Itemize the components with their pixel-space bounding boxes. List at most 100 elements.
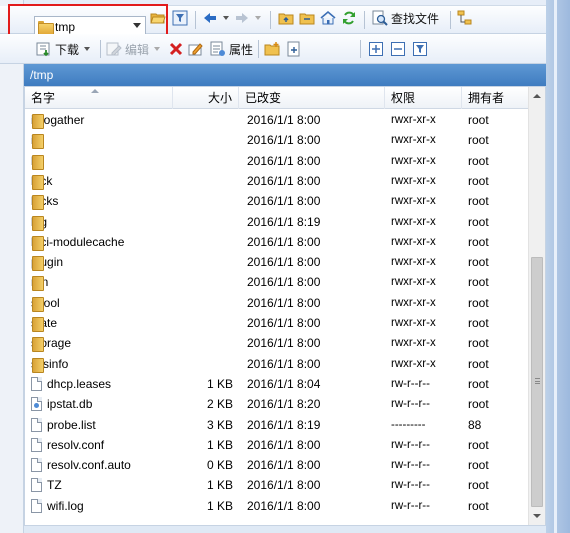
find-file-button[interactable]: 查找文件 [372,8,439,28]
table-row[interactable]: storage 2016/1/1 8:00 rwxr-xr-x root [25,333,525,353]
file-permissions: rwxr-xr-x [391,357,436,370]
file-name-cell: lib [31,151,44,171]
table-row[interactable]: lock 2016/1/1 8:00 rwxr-xr-x root [25,171,525,191]
file-name: resolv.conf [47,437,105,452]
file-modified-date: 2016/1/1 8:00 [247,113,321,127]
current-path-bar: /tmp [24,64,546,86]
minus-box-icon [391,42,405,56]
file-name-cell: run [31,272,48,292]
deselect-button[interactable] [390,39,406,59]
table-row[interactable]: probe.list 3 KB 2016/1/1 8:19 --------- 88 [25,415,525,435]
column-header-modified[interactable]: 已改变 [239,87,385,109]
delete-button[interactable] [168,39,184,59]
file-size: 3 KB [206,417,233,432]
column-header-permissions[interactable]: 权限 [385,87,462,109]
file-modified-date: 2016/1/1 8:04 [247,376,321,391]
table-row[interactable]: plugin 2016/1/1 8:00 rwxr-xr-x root [25,252,525,272]
chevron-down-icon[interactable] [154,47,161,51]
database-file-icon [31,397,42,412]
file-owner: root [468,113,489,127]
new-folder-button[interactable] [264,39,280,59]
table-row[interactable]: spool 2016/1/1 8:00 rwxr-xr-x root [25,293,525,313]
edit-button[interactable]: 编辑 [106,39,161,59]
table-row[interactable]: iot 2016/1/1 8:00 rwxr-xr-x root [25,130,525,150]
file-name: luci-modulecache [31,234,125,249]
find-file-label: 查找文件 [391,11,440,26]
file-name: dhcp.leases [47,376,112,391]
folder-icon [31,133,44,150]
column-header-size[interactable]: 大小 [173,87,239,109]
table-row[interactable]: luci-modulecache 2016/1/1 8:00 rwxr-xr-x ro… [25,232,525,252]
file-modified-date: 2016/1/1 8:00 [247,275,321,290]
forward-button[interactable] [234,8,261,28]
refresh-button[interactable] [341,8,357,28]
table-row[interactable]: locks 2016/1/1 8:00 rwxr-xr-x root [25,191,525,211]
file-permissions: rwxr-xr-x [391,317,436,329]
file-owner: root [468,153,489,168]
toolbar-separator [364,11,365,29]
root-folder-button[interactable] [299,8,315,28]
file-list-header: 名字 大小 已改变 权限 拥有者 [25,87,545,109]
table-row[interactable]: resolv.conf.auto 0 KB 2016/1/1 8:00 rw-r--r… [25,455,525,475]
properties-button[interactable]: 属性 [210,39,253,59]
open-folder-icon [150,13,166,24]
filter-select-button[interactable] [412,39,428,59]
parent-folder-button[interactable] [278,8,294,28]
file-list[interactable]: 名字 大小 已改变 权限 拥有者 infogather 2016/1/1 8:00… [24,86,546,526]
tree-toggle-button[interactable] [457,8,473,28]
table-row[interactable]: run 2016/1/1 8:00 rwxr-xr-x root [25,272,525,292]
file-owner: root [468,458,489,473]
table-row[interactable]: infogather 2016/1/1 8:00 rwxr-xr-x root [25,110,525,130]
table-row[interactable]: resolv.conf 1 KB 2016/1/1 8:00 rw-r--r-- roo… [25,435,525,455]
file-owner: root [468,397,489,412]
filter-button[interactable] [172,8,188,28]
chevron-down-icon[interactable] [223,16,229,20]
column-header-name[interactable]: 名字 [25,87,173,109]
new-folder-icon [264,42,280,56]
table-row[interactable]: log 2016/1/1 8:19 rwxr-xr-x root [25,212,525,232]
table-row[interactable]: state 2016/1/1 8:00 rwxr-xr-x root [25,313,525,333]
scroll-up-arrow[interactable] [529,87,545,104]
table-row[interactable]: wifi.log 1 KB 2016/1/1 8:00 rw-r--r-- root [25,496,525,516]
open-folder-button[interactable] [150,8,166,28]
home-button[interactable] [320,8,336,28]
column-permissions-label: 权限 [391,91,416,105]
new-file-button[interactable] [286,39,302,59]
table-row[interactable]: ipstat.db 2 KB 2016/1/1 8:20 rw-r--r-- root [25,394,525,414]
scrollbar-thumb[interactable] [531,257,543,507]
file-modified-date: 2016/1/1 8:00 [247,173,321,188]
file-modified-date: 2016/1/1 8:00 [247,255,321,270]
back-button[interactable] [202,8,229,28]
file-modified-date: 2016/1/1 8:19 [247,417,321,432]
filter-icon [172,10,188,26]
delete-icon [169,42,183,56]
plus-box-icon [369,42,383,56]
chevron-down-icon[interactable] [84,47,91,51]
table-row[interactable]: dhcp.leases 1 KB 2016/1/1 8:04 rw-r--r-- roo… [25,374,525,394]
file-permissions: --------- [391,418,426,431]
download-button[interactable]: 下载 [36,39,91,59]
home-icon [320,10,336,25]
file-size [175,272,233,292]
chevron-down-icon[interactable] [133,23,141,28]
table-row[interactable]: lib 2016/1/1 8:00 rwxr-xr-x root [25,151,525,171]
properties-label: 属性 [229,42,254,57]
file-size [175,212,233,232]
chevron-down-icon[interactable] [255,16,261,20]
table-row[interactable]: TZ 1 KB 2016/1/1 8:00 rw-r--r-- root [25,475,525,495]
file-owner: root [468,295,489,310]
file-permissions: rwxr-xr-x [391,256,436,269]
scroll-down-arrow[interactable] [529,508,545,525]
select-all-button[interactable] [368,39,384,59]
folder-icon [31,255,44,272]
file-name: wifi.log [47,498,84,513]
rename-button[interactable] [188,39,204,59]
column-header-owner[interactable]: 拥有者 [462,87,530,109]
file-icon [31,437,42,452]
file-name-cell: lock [31,171,52,191]
file-modified-date: 2016/1/1 8:00 [247,437,321,452]
file-name-cell: locks [31,191,58,211]
table-row[interactable]: sysinfo 2016/1/1 8:00 rwxr-xr-x root [25,354,525,374]
forward-arrow-icon [236,13,248,23]
vertical-scrollbar[interactable] [528,87,545,525]
